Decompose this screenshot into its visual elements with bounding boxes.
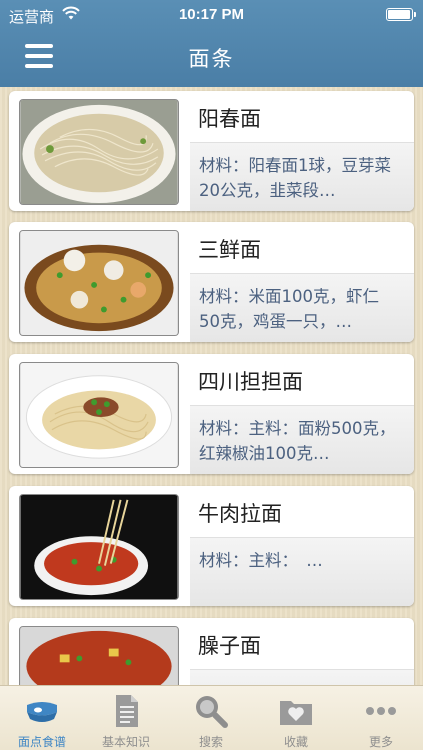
recipe-card[interactable]: 三鲜面 材料：米面100克，虾仁50克，鸡蛋一只，…	[9, 222, 414, 342]
recipe-card[interactable]: 牛肉拉面 材料：主料： …	[9, 486, 414, 606]
recipe-thumbnail	[19, 99, 179, 205]
tab-search[interactable]: 搜索	[169, 686, 253, 750]
recipe-title: 牛肉拉面	[198, 502, 282, 526]
tab-label: 基本知识	[101, 735, 150, 749]
seafood-noodle-photo-icon	[20, 231, 178, 335]
recipe-card[interactable]: 阳春面 材料：阳春面1球，豆芽菜20公克，韭菜段…	[9, 91, 414, 211]
recipe-thumbnail	[19, 626, 179, 685]
tab-favorites[interactable]: 收藏	[254, 686, 338, 750]
tab-basics[interactable]: 基本知识	[84, 686, 168, 750]
recipe-card[interactable]: 臊子面	[9, 618, 414, 685]
recipe-thumbnail	[19, 230, 179, 336]
recipe-description	[190, 669, 414, 685]
recipe-description: 材料：米面100克，虾仁50克，鸡蛋一只，…	[190, 273, 414, 342]
recipe-list[interactable]: 阳春面 材料：阳春面1球，豆芽菜20公克，韭菜段… 三鲜面 材料：米面100克，…	[0, 87, 423, 685]
status-bar: 运营商 10:17 PM	[0, 0, 423, 30]
tab-label: 搜索	[198, 735, 223, 749]
recipe-thumbnail	[19, 494, 179, 600]
recipe-description: 材料：阳春面1球，豆芽菜20公克，韭菜段…	[190, 142, 414, 211]
saozi-noodle-photo-icon	[20, 627, 178, 685]
recipe-description: 材料：主料： …	[190, 537, 414, 606]
top-bar: 运营商 10:17 PM 面条	[0, 0, 423, 87]
recipe-thumbnail	[19, 362, 179, 468]
tab-label: 更多	[368, 735, 393, 749]
dish-icon	[27, 702, 57, 722]
tab-bar: 面点食谱 基本知识 搜索 收藏 更多	[0, 685, 423, 750]
navigation-bar: 面条	[0, 30, 423, 87]
recipe-description: 材料：主料：面粉500克，红辣椒油100克…	[190, 405, 414, 474]
tab-label: 收藏	[283, 735, 308, 749]
beef-lamian-photo-icon	[20, 495, 178, 599]
page-title: 面条	[188, 47, 235, 71]
recipe-title: 三鲜面	[198, 238, 261, 262]
tab-label: 面点食谱	[17, 735, 66, 749]
tab-more[interactable]: 更多	[339, 686, 423, 750]
favorites-folder-icon	[280, 701, 312, 725]
noodle-soup-photo-icon	[20, 100, 178, 204]
search-icon	[196, 696, 228, 728]
battery-icon	[386, 8, 416, 21]
recipe-title: 臊子面	[198, 634, 261, 658]
recipe-title: 四川担担面	[198, 370, 303, 394]
status-time: 10:17 PM	[178, 6, 245, 23]
document-icon	[116, 695, 138, 727]
tab-recipes[interactable]: 面点食谱	[0, 686, 84, 750]
recipe-card[interactable]: 四川担担面 材料：主料：面粉500克，红辣椒油100克…	[9, 354, 414, 474]
more-dots-icon	[366, 707, 396, 715]
dandan-noodle-photo-icon	[20, 363, 178, 467]
recipe-title: 阳春面	[198, 107, 261, 131]
